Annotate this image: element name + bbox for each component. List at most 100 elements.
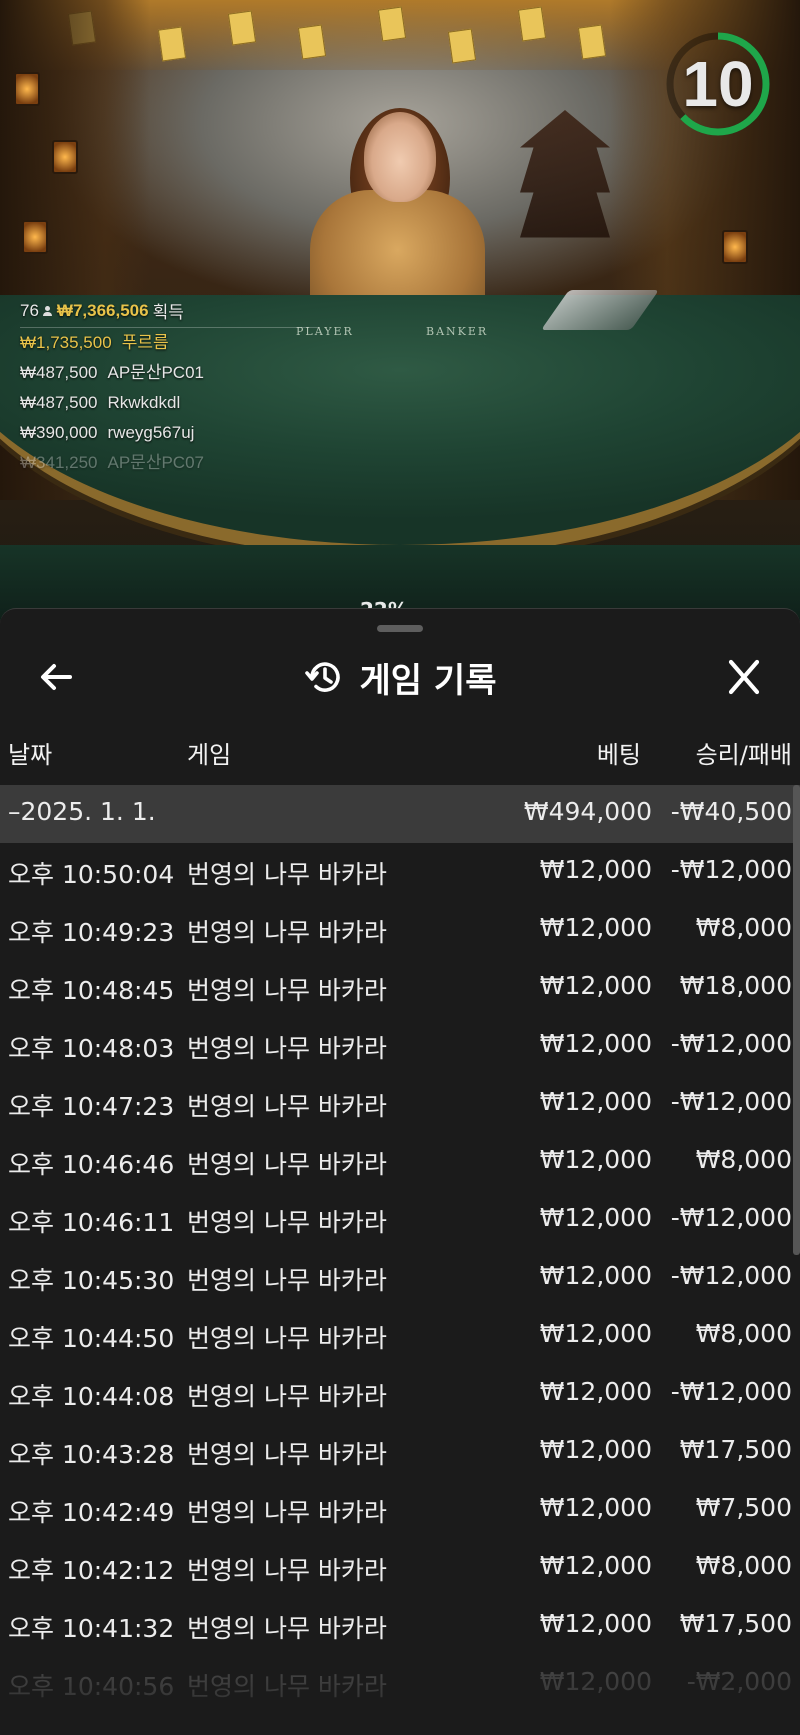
row-time: 오후 10:46:46 <box>8 1150 175 1179</box>
row-bet: ₩12,000 <box>539 1029 652 1058</box>
row-result: ₩8,000 <box>695 1319 792 1348</box>
row-game: 번영의 나무 바카라 <box>187 1440 387 1469</box>
row-game: 번영의 나무 바카라 <box>187 1034 387 1063</box>
row-time: 오후 10:42:49 <box>8 1498 175 1527</box>
winner-amount: ₩1,735,500 <box>20 333 112 352</box>
row-bet: ₩12,000 <box>539 1087 652 1116</box>
row-time: 오후 10:42:12 <box>8 1556 175 1585</box>
row-bet: ₩12,000 <box>539 855 652 884</box>
row-time: 오후 10:50:04 <box>8 860 175 889</box>
row-game: 번영의 나무 바카라 <box>187 1614 387 1643</box>
countdown-timer: 10 <box>664 30 772 138</box>
winner-name: 푸르름 <box>121 333 169 352</box>
row-bet: ₩12,000 <box>539 1145 652 1174</box>
table-row[interactable]: 오후 10:48:45 번영의 나무 바카라 ₩12,000 ₩18,000 <box>0 959 800 1017</box>
lantern <box>722 230 748 264</box>
scrollbar[interactable] <box>793 785 800 1255</box>
lantern <box>14 72 40 106</box>
page-title: 게임 기록 <box>359 660 497 701</box>
table-header: 날짜 게임 베팅 승리/패배 <box>0 729 800 769</box>
row-game: 번영의 나무 바카라 <box>187 1092 387 1121</box>
row-bet: ₩12,000 <box>539 1551 652 1580</box>
row-game: 번영의 나무 바카라 <box>187 1672 387 1701</box>
table-row[interactable]: 오후 10:44:50 번영의 나무 바카라 ₩12,000 ₩8,000 <box>0 1307 800 1365</box>
column-header-result: 승리/패배 <box>695 741 792 769</box>
winner-amount: ₩390,000 <box>20 423 98 442</box>
hanging-card-decoration <box>447 28 477 64</box>
table-row[interactable]: 오후 10:46:11 번영의 나무 바카라 ₩12,000 -₩12,000 <box>0 1191 800 1249</box>
history-table: –2025. 1. 1. ₩494,000 -₩40,500 오후 10:50:… <box>0 785 800 1713</box>
game-history-sheet: 게임 기록 날짜 게임 베팅 승리/패배 –2025. 1. 1. ₩494,0… <box>0 608 800 1735</box>
table-row[interactable]: 오후 10:49:23 번영의 나무 바카라 ₩12,000 ₩8,000 <box>0 901 800 959</box>
winner-name: AP문산PC07 <box>107 453 204 472</box>
row-game: 번영의 나무 바카라 <box>187 1150 387 1179</box>
row-bet: ₩12,000 <box>539 1609 652 1638</box>
row-time: 오후 10:40:56 <box>8 1672 175 1701</box>
date-group-row[interactable]: –2025. 1. 1. ₩494,000 -₩40,500 <box>0 785 800 843</box>
column-header-bet: 베팅 <box>596 741 641 769</box>
winner-row: ₩1,735,500 푸르름 <box>20 328 320 358</box>
winner-count: 76 <box>20 300 39 320</box>
winner-amount: ₩341,250 <box>20 453 98 472</box>
winners-panel: 76 ₩7,366,506 획득 ₩1,735,500 푸르름 ₩487,500 A… <box>20 298 320 478</box>
table-row[interactable]: 오후 10:41:32 번영의 나무 바카라 ₩12,000 ₩17,500 <box>0 1597 800 1655</box>
table-row[interactable]: 오후 10:45:30 번영의 나무 바카라 ₩12,000 -₩12,000 <box>0 1249 800 1307</box>
row-bet: ₩12,000 <box>539 1377 652 1406</box>
felt-label-banker: BANKER <box>426 325 489 338</box>
column-header-game: 게임 <box>187 741 232 769</box>
row-game: 번영의 나무 바카라 <box>187 918 387 947</box>
table-row[interactable]: 오후 10:43:28 번영의 나무 바카라 ₩12,000 ₩17,500 <box>0 1423 800 1481</box>
table-row[interactable]: 오후 10:47:23 번영의 나무 바카라 ₩12,000 -₩12,000 <box>0 1075 800 1133</box>
table-row[interactable]: 오후 10:46:46 번영의 나무 바카라 ₩12,000 ₩8,000 <box>0 1133 800 1191</box>
row-time: 오후 10:46:11 <box>8 1208 175 1237</box>
winner-row: ₩390,000 rweyg567uj <box>20 418 320 448</box>
row-time: 오후 10:48:45 <box>8 976 175 1005</box>
row-result: ₩17,500 <box>679 1435 792 1464</box>
user-icon <box>42 305 53 316</box>
row-bet: ₩12,000 <box>539 913 652 942</box>
row-result: -₩12,000 <box>670 1087 792 1116</box>
lantern <box>22 220 48 254</box>
row-result: ₩8,000 <box>695 1551 792 1580</box>
history-icon <box>304 662 340 692</box>
winner-amount: ₩487,500 <box>20 363 98 382</box>
back-button[interactable] <box>36 659 76 695</box>
row-bet: ₩12,000 <box>539 1667 652 1696</box>
row-game: 번영의 나무 바카라 <box>187 1324 387 1353</box>
hanging-card-decoration <box>227 10 257 46</box>
row-bet: ₩12,000 <box>539 1203 652 1232</box>
winners-summary: 76 ₩7,366,506 획득 <box>20 298 320 328</box>
row-result: -₩12,000 <box>670 1377 792 1406</box>
row-result: ₩8,000 <box>695 913 792 942</box>
table-row[interactable]: 오후 10:48:03 번영의 나무 바카라 ₩12,000 -₩12,000 <box>0 1017 800 1075</box>
close-button[interactable] <box>722 657 766 697</box>
winner-name: Rkwkdkdl <box>107 393 181 412</box>
row-bet: ₩12,000 <box>539 971 652 1000</box>
hanging-card-decoration <box>377 6 407 42</box>
row-time: 오후 10:44:50 <box>8 1324 175 1353</box>
row-game: 번영의 나무 바카라 <box>187 1382 387 1411</box>
row-time: 오후 10:48:03 <box>8 1034 175 1063</box>
lantern <box>52 140 78 174</box>
table-row[interactable]: 오후 10:50:04 번영의 나무 바카라 ₩12,000 -₩12,000 <box>0 843 800 901</box>
column-header-date: 날짜 <box>8 741 53 769</box>
hanging-card-decoration <box>157 26 187 62</box>
table-row[interactable]: 오후 10:42:49 번영의 나무 바카라 ₩12,000 ₩7,500 <box>0 1481 800 1539</box>
group-date: –2025. 1. 1. <box>8 797 156 826</box>
winner-row: ₩487,500 Rkwkdkdl <box>20 388 320 418</box>
row-bet: ₩12,000 <box>539 1493 652 1522</box>
row-bet: ₩12,000 <box>539 1435 652 1464</box>
sheet-header: 게임 기록 <box>0 647 800 707</box>
row-bet: ₩12,000 <box>539 1261 652 1290</box>
arrow-left-icon <box>41 664 72 690</box>
sheet-title: 게임 기록 <box>0 647 800 707</box>
winners-total: ₩7,366,506 <box>56 300 149 320</box>
row-time: 오후 10:43:28 <box>8 1440 175 1469</box>
table-row[interactable]: 오후 10:44:08 번영의 나무 바카라 ₩12,000 -₩12,000 <box>0 1365 800 1423</box>
row-time: 오후 10:49:23 <box>8 918 175 947</box>
pagoda <box>520 110 610 238</box>
row-result: -₩12,000 <box>670 855 792 884</box>
table-row[interactable]: 오후 10:42:12 번영의 나무 바카라 ₩12,000 ₩8,000 <box>0 1539 800 1597</box>
table-row[interactable]: 오후 10:40:56 번영의 나무 바카라 ₩12,000 -₩2,000 <box>0 1655 800 1713</box>
drag-handle[interactable] <box>377 625 423 632</box>
